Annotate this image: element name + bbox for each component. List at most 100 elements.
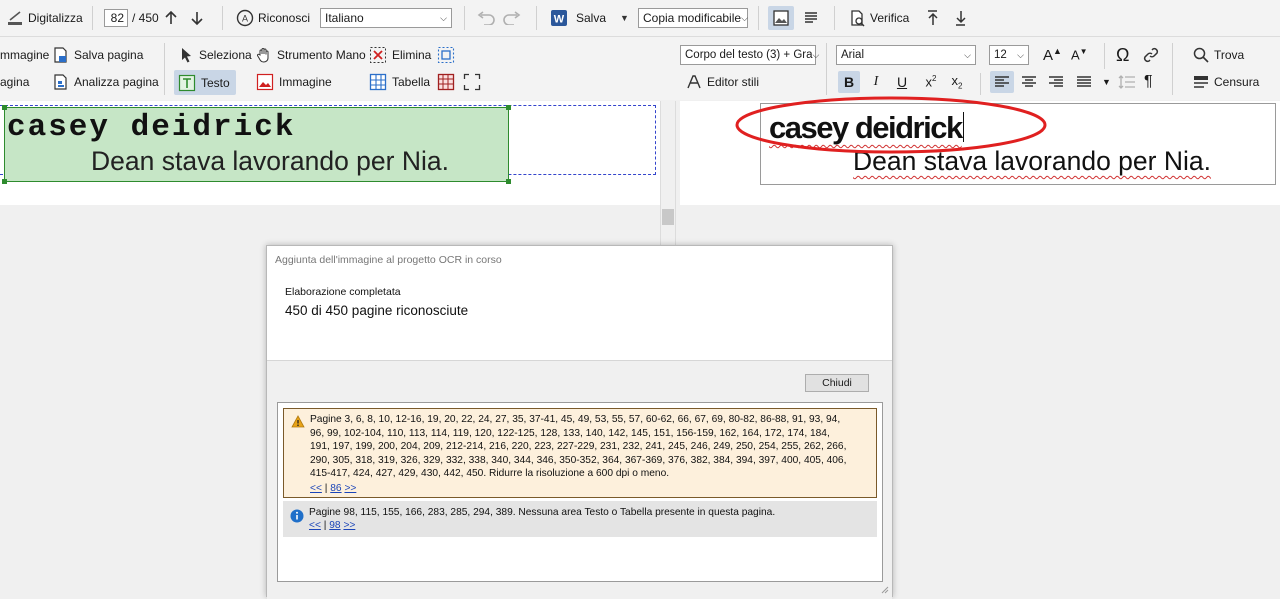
info-next-link[interactable]: >>	[343, 520, 355, 531]
paragraph-style-value: Corpo del testo (3) + Gra	[685, 49, 813, 61]
resize-handle[interactable]	[2, 179, 7, 184]
subscript-icon: x2	[951, 73, 963, 91]
undo-icon	[477, 11, 495, 25]
verify-button[interactable]: Verifica	[848, 6, 909, 30]
divider	[758, 6, 759, 30]
decrease-font-icon: A▼	[1071, 47, 1088, 63]
warning-page-link[interactable]: 86	[330, 483, 341, 494]
info-message: Pagine 98, 115, 155, 166, 283, 285, 294,…	[283, 501, 877, 537]
info-page-link[interactable]: 98	[329, 520, 340, 531]
redact-icon	[1194, 76, 1208, 88]
crop-icon	[437, 46, 455, 64]
cursor-icon	[182, 48, 191, 63]
warning-next-link[interactable]: >>	[344, 483, 356, 494]
hand-tool-button[interactable]: Strumento Mano	[256, 44, 366, 66]
divider	[826, 43, 827, 95]
image-view-button[interactable]	[768, 6, 794, 30]
info-prev-link[interactable]: <<	[309, 520, 321, 531]
image-menu-button[interactable]: mmagine	[0, 44, 49, 66]
bold-button[interactable]: B	[838, 71, 860, 93]
show-formatting-button[interactable]: ¶	[1144, 71, 1153, 93]
resize-grip-icon[interactable]	[879, 584, 889, 594]
language-select[interactable]: Italiano ⌵	[320, 8, 452, 28]
align-left-button[interactable]	[990, 71, 1014, 93]
crop-area-button[interactable]	[437, 44, 455, 66]
resize-handle[interactable]	[506, 179, 511, 184]
font-family-select[interactable]: Arial ⌵	[836, 45, 976, 65]
redact-button[interactable]: Censura	[1193, 71, 1259, 93]
redo-icon	[503, 11, 521, 25]
bold-icon: B	[843, 74, 855, 90]
line-spacing-button[interactable]	[1118, 71, 1136, 93]
recognize-button[interactable]: A Riconosci	[236, 6, 310, 30]
info-nav: << | 98 >>	[309, 519, 355, 533]
image-area-tool-button[interactable]: Immagine	[256, 71, 332, 93]
undo-button[interactable]	[476, 6, 496, 30]
analyze-page-icon	[54, 74, 67, 90]
divider	[92, 6, 93, 30]
dialog-title: Aggiunta dell'immagine al progetto OCR i…	[275, 254, 502, 266]
subscript-button[interactable]: x2	[946, 71, 968, 93]
background-area-button[interactable]	[437, 71, 455, 93]
chevron-down-icon: ⌵	[812, 49, 820, 60]
justify-dropdown[interactable]: ▼	[1102, 71, 1111, 93]
previous-issue-button[interactable]	[924, 6, 942, 30]
table-area-tool-button[interactable]: Tabella	[369, 71, 430, 93]
save-button[interactable]: W Salva ▼	[550, 6, 629, 30]
find-label: Trova	[1214, 48, 1245, 62]
next-issue-button[interactable]	[952, 6, 970, 30]
recognize-label: Riconosci	[258, 11, 311, 25]
superscript-button[interactable]: x2	[920, 71, 942, 93]
delete-area-button[interactable]: Elimina	[369, 44, 431, 66]
analyze-page-label: Analizza pagina	[74, 75, 159, 89]
text-area-selection[interactable]: casey deidrick Dean stava lavorando per …	[4, 107, 509, 182]
link-icon	[1143, 47, 1159, 63]
find-button[interactable]: Trova	[1193, 44, 1244, 66]
special-character-button[interactable]: Ω	[1116, 44, 1129, 66]
resize-handle[interactable]	[2, 105, 7, 110]
image-tools-ribbon: mmagine agina Salva pagina Analizza pagi…	[0, 37, 676, 100]
select-region-button[interactable]	[463, 71, 481, 93]
page-menu-button[interactable]: agina	[0, 71, 29, 93]
chevron-down-icon: ⌵	[741, 12, 748, 23]
scan-button[interactable]: Digitalizza	[6, 6, 83, 30]
font-size-select[interactable]: 12 ⌵	[989, 45, 1029, 65]
previous-page-button[interactable]	[164, 6, 178, 30]
scrollbar-thumb[interactable]	[662, 209, 674, 225]
divider	[222, 6, 223, 30]
decrease-font-button[interactable]: A▼	[1071, 44, 1088, 66]
chevron-down-icon: ⌵	[964, 49, 971, 60]
svg-text:W: W	[554, 14, 565, 26]
justify-button[interactable]	[1074, 71, 1094, 93]
divider	[834, 6, 835, 30]
recognize-icon: A	[236, 9, 254, 27]
style-editor-button[interactable]: Editor stili	[686, 71, 759, 93]
analyze-page-button[interactable]: Analizza pagina	[53, 71, 159, 93]
resize-handle[interactable]	[506, 105, 511, 110]
save-page-button[interactable]: Salva pagina	[53, 44, 143, 66]
underline-button[interactable]: U	[892, 71, 912, 93]
page-image: casey deidrick Dean stava lavorando per …	[0, 101, 660, 205]
text-view-button[interactable]	[798, 6, 824, 30]
hyperlink-button[interactable]	[1142, 44, 1160, 66]
align-center-button[interactable]	[1018, 71, 1040, 93]
italic-button[interactable]: I	[866, 71, 886, 93]
copy-mode-select[interactable]: Copia modificabile ⌵	[638, 8, 748, 28]
info-text: Pagine 98, 115, 155, 166, 283, 285, 294,…	[309, 507, 776, 518]
next-page-button[interactable]	[190, 6, 204, 30]
style-editor-label: Editor stili	[707, 75, 760, 89]
paragraph-style-select[interactable]: Corpo del testo (3) + Gra ⌵	[680, 45, 819, 65]
close-button[interactable]: Chiudi	[805, 374, 869, 392]
redo-button[interactable]	[502, 6, 522, 30]
warning-prev-link[interactable]: <<	[310, 483, 322, 494]
align-right-button[interactable]	[1045, 71, 1067, 93]
divider	[1172, 43, 1173, 95]
select-tool-button[interactable]: Seleziona	[178, 44, 252, 66]
increase-font-button[interactable]: A▲	[1043, 44, 1062, 66]
save-dropdown-icon[interactable]: ▼	[620, 13, 629, 23]
search-icon	[1193, 47, 1209, 63]
word-icon: W	[551, 10, 567, 26]
scanner-icon	[8, 11, 22, 25]
text-area-tool-button[interactable]: Testo	[174, 70, 236, 95]
page-number-input[interactable]: 82	[104, 9, 128, 27]
